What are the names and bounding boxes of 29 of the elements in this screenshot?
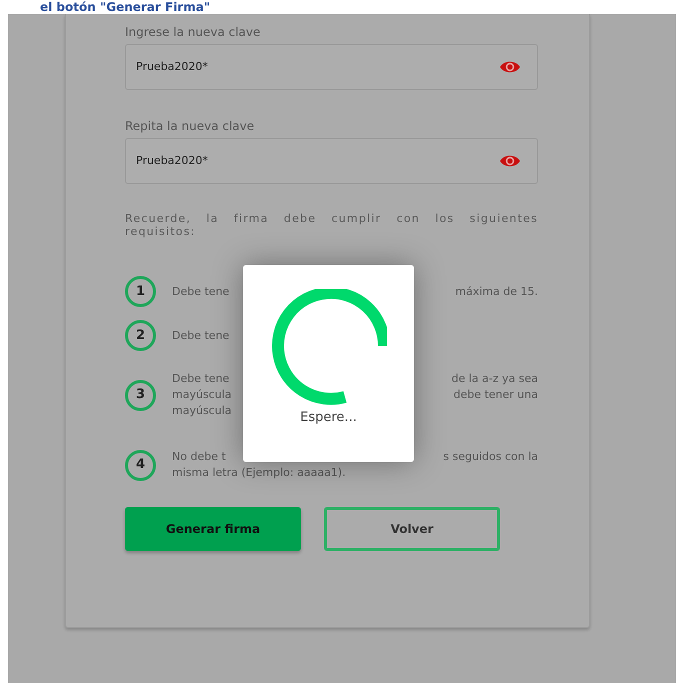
requirement-text: Debe tene xyxy=(172,371,230,387)
requirement-text: Debe tene xyxy=(172,284,230,300)
field-label: Repita la nueva clave xyxy=(125,118,256,134)
step-number: 1 xyxy=(125,276,156,307)
requirement-text: No debe t xyxy=(172,449,226,465)
eye-icon[interactable] xyxy=(499,153,521,169)
password-input[interactable]: Prueba2020* xyxy=(136,152,336,170)
generate-button[interactable]: Generar firma xyxy=(125,507,301,551)
field-label: Ingrese la nueva clave xyxy=(125,24,262,40)
requirement-text: de la a-z ya sea xyxy=(451,371,538,387)
back-button[interactable]: Volver xyxy=(324,507,500,551)
step-number: 2 xyxy=(125,320,156,351)
requirements-intro: Recuerde, la firma debe cumplir con los siguientes requisitos: xyxy=(125,212,538,238)
password-field[interactable]: Prueba2020* xyxy=(125,44,538,90)
password-field[interactable]: Prueba2020* xyxy=(125,138,538,184)
requirement-text: debe tener una xyxy=(453,387,538,403)
page-heading: el botón "Generar Firma" xyxy=(40,0,210,14)
requirement-text: misma letra (Ejemplo: aaaaa1). xyxy=(172,465,346,481)
requirement-text: mayúscula xyxy=(172,403,232,419)
requirement-text: Debe tene xyxy=(172,328,230,344)
spinner-icon xyxy=(270,289,386,405)
step-number: 4 xyxy=(125,450,156,480)
step-number: 3 xyxy=(125,380,156,410)
requirement-text: s seguidos con la xyxy=(443,449,538,465)
requirement-text: mayúscula xyxy=(172,387,232,403)
loading-message: Espere... xyxy=(300,409,357,427)
requirement-text: máxima de 15. xyxy=(455,284,538,300)
eye-icon[interactable] xyxy=(499,59,521,75)
password-input[interactable]: Prueba2020* xyxy=(136,58,336,76)
